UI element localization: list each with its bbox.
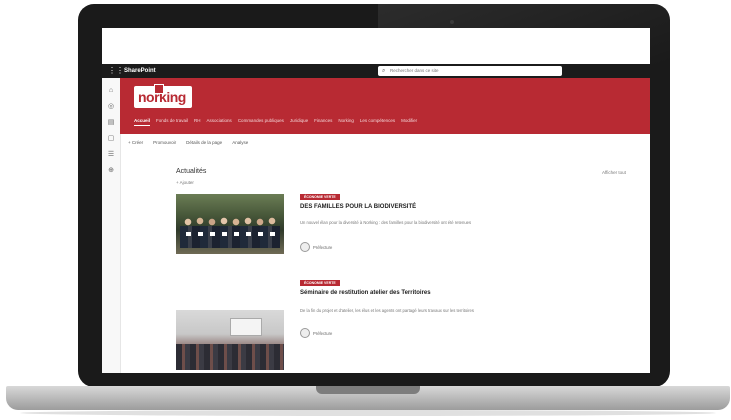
- nav-item-juridique[interactable]: Juridique: [290, 116, 308, 126]
- site-header: norking Accueil Fonds de travail RH Asso…: [120, 78, 650, 134]
- nav-item-norking[interactable]: Norking: [338, 116, 354, 126]
- avatar: [300, 328, 310, 338]
- news-thumbnail[interactable]: [176, 194, 284, 254]
- avatar: [300, 242, 310, 252]
- add-icon[interactable]: ⊕: [106, 166, 116, 176]
- news-description: Un nouvel élan pour la diversité à Norki…: [300, 220, 472, 225]
- group-photo-faces: [182, 216, 278, 246]
- promote-button[interactable]: Promouvoir: [153, 140, 176, 145]
- nav-item-associations[interactable]: Associations: [207, 116, 232, 126]
- nav-item-finances[interactable]: Finances: [314, 116, 332, 126]
- files-icon[interactable]: ▢: [106, 134, 116, 144]
- camera-icon: [450, 20, 454, 24]
- search-box[interactable]: ⌕ Rechercher dans ce site: [378, 66, 562, 76]
- page-details-button[interactable]: Détails de la page: [186, 140, 222, 145]
- news-title[interactable]: Séminaire de restitution atelier des Ter…: [300, 290, 431, 296]
- news-description: De la fin du projet et d'atelier, les él…: [300, 308, 474, 313]
- globe-icon[interactable]: ◎: [106, 102, 116, 112]
- news-tag: ÉCONOMIE VERTE: [300, 280, 340, 286]
- laptop-shadow: [20, 410, 716, 416]
- site-navigation: Accueil Fonds de travail RH Associations…: [134, 116, 417, 126]
- news-thumbnail[interactable]: [176, 310, 284, 370]
- nav-item-competences[interactable]: Les compétences: [360, 116, 395, 126]
- suite-bar: ⋮⋮ SharePoint ⌕ Rechercher dans ce site: [102, 64, 650, 78]
- logo-mark: [154, 84, 164, 94]
- site-logo[interactable]: norking: [134, 84, 192, 108]
- laptop-screen: ⋮⋮ SharePoint ⌕ Rechercher dans ce site …: [102, 28, 650, 373]
- news-title[interactable]: DES FAMILLES POUR LA BIODIVERSITÉ: [300, 204, 416, 210]
- news-author-row: Préfecture: [300, 328, 332, 338]
- app-launcher-icon[interactable]: ⋮⋮: [108, 67, 124, 75]
- base-notch: [316, 386, 420, 394]
- news-author: Préfecture: [313, 244, 333, 250]
- audience-rows: [176, 344, 284, 370]
- group-photo-papers: [186, 232, 276, 236]
- search-placeholder: Rechercher dans ce site: [390, 68, 439, 73]
- lists-icon[interactable]: ☰: [106, 150, 116, 160]
- news-author: Préfecture: [313, 330, 333, 336]
- new-button[interactable]: + Créer: [128, 140, 143, 145]
- nav-item-accueil[interactable]: Accueil: [134, 116, 151, 126]
- laptop-base: [6, 386, 730, 410]
- analytics-button[interactable]: Analyse: [232, 140, 248, 145]
- see-all-link[interactable]: Afficher tout: [602, 170, 626, 175]
- news-author-row: Préfecture: [300, 242, 332, 252]
- search-icon: ⌕: [382, 68, 386, 74]
- left-rail: ⌂ ◎ ▤ ▢ ☰ ⊕: [102, 78, 121, 373]
- news-icon[interactable]: ▤: [106, 118, 116, 128]
- nav-item-modifier[interactable]: Modifier: [401, 116, 417, 126]
- projector-screen: [230, 318, 262, 336]
- nav-item-commandes[interactable]: Commandes publiques: [238, 116, 284, 126]
- news-section-title: Actualités: [176, 168, 207, 175]
- command-bar: + Créer Promouvoir Détails de la page An…: [128, 140, 248, 145]
- app-name[interactable]: SharePoint: [124, 66, 156, 76]
- home-icon[interactable]: ⌂: [106, 86, 116, 96]
- news-tag: ÉCONOMIE VERTE: [300, 194, 340, 200]
- nav-item-fonds[interactable]: Fonds de travail: [156, 116, 188, 126]
- nav-item-rh[interactable]: RH: [194, 116, 201, 126]
- add-news-button[interactable]: + Ajouter: [176, 180, 194, 185]
